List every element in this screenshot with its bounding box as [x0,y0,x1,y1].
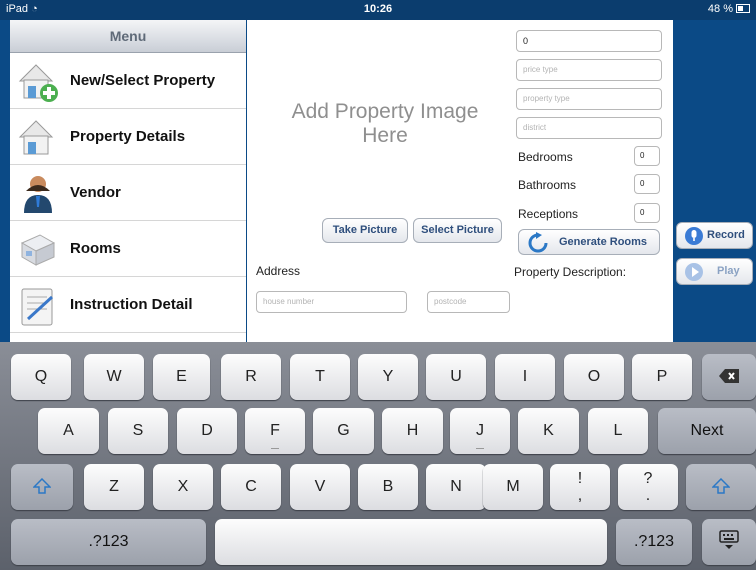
bedrooms-label: Bedrooms [518,150,573,164]
bathrooms-label: Bathrooms [518,178,577,192]
key-j[interactable]: J [450,408,510,454]
play-button[interactable]: Play [676,258,753,285]
bedrooms-field[interactable]: 0 [634,146,660,166]
keyboard-icon [719,530,739,549]
sidebar-title: Menu [10,20,246,53]
price-field[interactable]: 0 [516,30,662,52]
sidebar-item-label: Property Details [70,128,186,145]
audio-panel [673,20,756,342]
clock: 10:26 [363,3,393,15]
key-t[interactable]: T [290,354,350,400]
record-label: Record [707,229,745,241]
sidebar-item-new-select-property[interactable]: New/Select Property [10,53,246,109]
property-description-label: Property Description: [514,265,627,279]
key-r[interactable]: R [221,354,281,400]
battery-indicator: 48 % [708,3,750,15]
key-x[interactable]: X [153,464,213,510]
key-k[interactable]: K [518,408,579,454]
key-q[interactable]: Q [11,354,71,400]
microphone-icon [685,227,703,245]
battery-icon [736,4,750,13]
key-a[interactable]: A [38,408,99,454]
take-picture-button[interactable]: Take Picture [322,218,408,243]
sidebar-item-label: Rooms [70,240,121,257]
receptions-label: Receptions [518,207,579,221]
address-label: Address [256,264,301,278]
key-n[interactable]: N [426,464,486,510]
play-label: Play [717,265,740,277]
key-c[interactable]: C [221,464,281,510]
key-top-char: ? [643,470,653,487]
backspace-icon [719,369,739,383]
next-key[interactable]: Next [658,408,756,454]
status-bar: iPad ◔ 10:26 48 % [0,0,756,20]
hide-keyboard-key[interactable] [702,519,756,565]
key-h[interactable]: H [382,408,443,454]
house-number-field[interactable]: house number [256,291,407,313]
document-icon [21,288,54,326]
key-p[interactable]: P [632,354,692,400]
bathrooms-field[interactable]: 0 [634,174,660,194]
key-e[interactable]: E [153,354,210,400]
house-add-icon [18,64,58,102]
key-b[interactable]: B [358,464,418,510]
key-exclamation-comma[interactable]: ! , [550,464,610,510]
generate-rooms-button[interactable]: Generate Rooms [518,229,660,255]
key-bottom-char: , [577,487,583,504]
key-o[interactable]: O [564,354,624,400]
key-v[interactable]: V [290,464,350,510]
postcode-field[interactable]: postcode [427,291,510,313]
sidebar-item-label: Instruction Detail [70,296,193,313]
sidebar-item-property-details[interactable]: Property Details [10,109,246,165]
shift-icon [32,477,52,494]
refresh-icon [528,232,548,253]
select-picture-button[interactable]: Select Picture [413,218,502,243]
shift-key-right[interactable] [686,464,756,510]
key-l[interactable]: L [588,408,648,454]
add-property-image-placeholder[interactable]: Add Property Image Here [270,100,500,148]
property-type-field[interactable]: property type [516,88,662,110]
sidebar: Menu New/Select Property Property Detail… [10,20,246,342]
room-icon [20,234,56,266]
key-top-char: ! [577,470,583,487]
price-type-field[interactable]: price type [516,59,662,81]
key-z[interactable]: Z [84,464,144,510]
key-f[interactable]: F [245,408,305,454]
key-g[interactable]: G [313,408,374,454]
key-bottom-char: . [645,487,651,504]
numbers-key-right[interactable]: .?123 [616,519,692,565]
sidebar-item-vendor[interactable]: Vendor [10,165,246,221]
house-icon [18,120,54,155]
sidebar-item-label: New/Select Property [70,72,216,89]
on-screen-keyboard: Q W E R T Y U I O P A S D F G H J K L Ne… [0,342,756,570]
backspace-key[interactable] [702,354,756,400]
receptions-field[interactable]: 0 [634,203,660,223]
play-icon [685,263,703,281]
key-m[interactable]: M [483,464,543,510]
shift-key-left[interactable] [11,464,73,510]
key-u[interactable]: U [426,354,486,400]
space-bar[interactable] [215,519,607,565]
district-field[interactable]: district [516,117,662,139]
key-s[interactable]: S [108,408,168,454]
numbers-key-left[interactable]: .?123 [11,519,206,565]
person-icon [24,176,52,213]
sidebar-item-rooms[interactable]: Rooms [10,221,246,277]
generate-rooms-label: Generate Rooms [559,236,648,248]
key-w[interactable]: W [84,354,144,400]
key-d[interactable]: D [177,408,237,454]
shift-icon [711,477,731,494]
record-button[interactable]: Record [676,222,753,249]
sidebar-item-label: Vendor [70,184,121,201]
sidebar-item-instruction-detail[interactable]: Instruction Detail [10,277,246,333]
key-question-period[interactable]: ? . [618,464,678,510]
key-y[interactable]: Y [358,354,418,400]
key-i[interactable]: I [495,354,555,400]
